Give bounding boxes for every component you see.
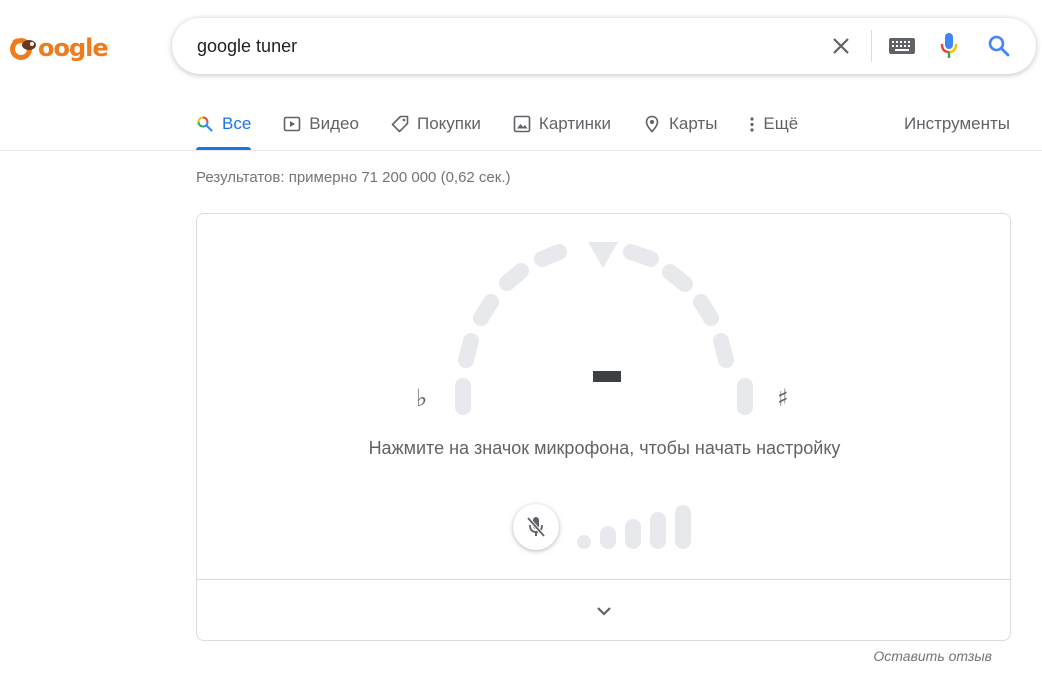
dial-segment (693, 294, 719, 326)
level-bar (675, 505, 691, 549)
tuner-dial (455, 242, 753, 415)
search-icon (196, 115, 214, 133)
level-bar (625, 519, 641, 549)
search-input[interactable] (197, 31, 829, 61)
sharp-symbol: ♯ (777, 384, 789, 412)
tab-label: Покупки (416, 114, 481, 133)
tab-all[interactable]: Все (196, 100, 252, 150)
tab-label: Картинки (538, 114, 611, 133)
voice-search-mic-icon[interactable] (938, 32, 960, 60)
dial-segment (623, 244, 659, 267)
level-bar (600, 526, 616, 549)
search-box (172, 18, 1036, 74)
logo-text: oogle (38, 34, 109, 62)
tab-label: Ещё (763, 114, 799, 133)
dial-segment (713, 333, 734, 368)
dial-pointer-triangle (588, 242, 618, 268)
search-box-divider (871, 30, 872, 62)
level-bar (650, 512, 666, 549)
tab-images[interactable]: Картинки (513, 100, 611, 150)
dial-segment (458, 333, 479, 368)
google-logo[interactable]: oogle (8, 30, 109, 66)
card-divider (197, 579, 1010, 580)
mic-off-icon (526, 516, 546, 538)
tuner-card: ♭ ♯ Нажмите на значок микрофона, чтобы н… (196, 213, 1011, 641)
chevron-down-icon (597, 607, 611, 616)
more-vert-icon (749, 115, 755, 133)
image-icon (513, 115, 531, 133)
search-tabs: Все Видео Покупки Картинки Карты Ещё (196, 100, 830, 150)
tab-maps[interactable]: Карты (643, 100, 717, 150)
tag-icon (391, 115, 409, 133)
feedback-link[interactable]: Оставить отзыв (873, 648, 992, 664)
input-level-bars (577, 505, 691, 549)
clear-icon[interactable] (829, 34, 853, 58)
dial-segment (662, 264, 693, 292)
doodle-mascot-icon (10, 38, 36, 60)
video-icon (283, 115, 301, 133)
level-bar (577, 535, 591, 549)
dial-segments (455, 244, 753, 415)
tabs-divider (0, 150, 1042, 151)
flat-symbol: ♭ (416, 384, 428, 412)
tuner-instruction: Нажмите на значок микрофона, чтобы начат… (368, 438, 841, 458)
note-placeholder (593, 371, 621, 382)
dial-segment (534, 244, 567, 267)
dial-segment (473, 294, 499, 326)
expand-button[interactable] (587, 594, 621, 628)
tools-button[interactable]: Инструменты (904, 114, 1010, 134)
dial-segment (499, 263, 529, 291)
tab-video[interactable]: Видео (283, 100, 359, 150)
tab-label: Все (222, 114, 252, 133)
tab-more[interactable]: Ещё (749, 100, 798, 150)
tab-shopping[interactable]: Покупки (391, 100, 481, 150)
tab-label: Видео (309, 114, 359, 133)
result-stats: Результатов: примерно 71 200 000 (0,62 с… (196, 169, 511, 186)
map-pin-icon (643, 115, 661, 133)
tuner-mic-button[interactable] (513, 504, 559, 550)
tab-label: Карты (668, 114, 718, 133)
keyboard-icon[interactable] (888, 34, 916, 58)
search-submit-icon[interactable] (986, 33, 1012, 59)
